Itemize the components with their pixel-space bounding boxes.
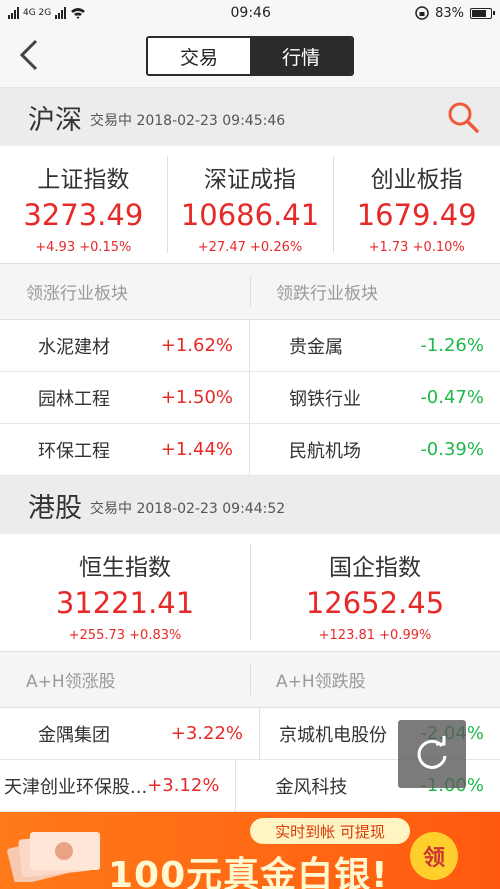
tab-trade[interactable]: 交易	[148, 38, 250, 74]
wifi-icon	[71, 8, 86, 19]
index-name: 国企指数	[329, 555, 421, 581]
index-name: 恒生指数	[79, 555, 171, 581]
stock-name: 天津创业环保股...	[4, 776, 148, 798]
stock-up-item[interactable]: 天津创业环保股... +3.12%	[0, 760, 235, 811]
tab-market[interactable]: 行情	[250, 38, 352, 74]
sector-down-item[interactable]: 贵金属 -1.26%	[249, 320, 500, 371]
sector-name: 水泥建材	[38, 336, 110, 358]
sector-pct: +1.44%	[160, 439, 233, 460]
index-change: +255.73 +0.83%	[68, 628, 182, 643]
section-hs-status: 交易中 2018-02-23 09:45:46	[90, 113, 286, 129]
chevron-left-icon	[19, 39, 38, 71]
sector-down-item[interactable]: 钢铁行业 -0.47%	[249, 372, 500, 423]
stock-pct: +3.22%	[170, 723, 243, 744]
index-value: 3273.49	[23, 198, 144, 232]
index-card-chinext[interactable]: 创业板指 1679.49 +1.73 +0.10%	[333, 146, 500, 263]
table-row: 环保工程 +1.44% 民航机场 -0.39%	[0, 424, 500, 476]
hk-index-row: 恒生指数 31221.41 +255.73 +0.83% 国企指数 12652.…	[0, 534, 500, 652]
segmented-control: 交易 行情	[146, 36, 354, 76]
ad-banner[interactable]: 实时到帐 可提现 100元真金白银! 领	[0, 812, 500, 889]
ah-gainers-label: A+H领涨股	[26, 672, 116, 692]
index-card-shanghai[interactable]: 上证指数 3273.49 +4.93 +0.15%	[0, 146, 167, 263]
refresh-icon	[417, 736, 447, 769]
section-hk-title: 港股	[28, 492, 82, 524]
hs-sector-labels: 领涨行业板块 领跌行业板块	[0, 264, 500, 320]
index-change: +123.81 +0.99%	[318, 628, 432, 643]
index-value: 12652.45	[305, 586, 445, 620]
index-value: 10686.41	[180, 198, 320, 232]
index-name: 创业板指	[370, 167, 463, 193]
table-row: 园林工程 +1.50% 钢铁行业 -0.47%	[0, 372, 500, 424]
claim-button[interactable]: 领	[410, 832, 458, 880]
index-change: +27.47 +0.26%	[197, 240, 303, 255]
lock-rotation-icon	[415, 6, 429, 20]
search-icon	[448, 102, 479, 133]
sector-up-item[interactable]: 水泥建材 +1.62%	[0, 320, 249, 371]
index-card-hscei[interactable]: 国企指数 12652.45 +123.81 +0.99%	[250, 534, 500, 651]
sector-name: 环保工程	[38, 440, 110, 462]
losers-label: 领跌行业板块	[250, 264, 500, 319]
stock-name: 金风科技	[275, 776, 348, 798]
section-hk-status: 交易中 2018-02-23 09:44:52	[90, 501, 286, 517]
index-name: 深证成指	[204, 167, 296, 193]
sector-name: 贵金属	[289, 336, 343, 358]
table-row: 水泥建材 +1.62% 贵金属 -1.26%	[0, 320, 500, 372]
index-name: 上证指数	[37, 167, 130, 193]
signal-area: 4G 2G	[8, 7, 86, 19]
network-label: 4G 2G	[23, 8, 52, 18]
status-bar: 4G 2G 09:46 83%	[0, 0, 500, 26]
section-hs-title: 沪深	[28, 104, 82, 136]
refresh-button[interactable]	[398, 720, 466, 788]
signal-icon-2	[55, 7, 67, 19]
stock-up-item[interactable]: 金隅集团 +3.22%	[0, 708, 259, 759]
index-card-shenzhen[interactable]: 深证成指 10686.41 +27.47 +0.26%	[166, 146, 334, 263]
sector-name: 园林工程	[38, 388, 110, 410]
sector-name: 民航机场	[289, 440, 361, 462]
stock-name: 金隅集团	[38, 724, 110, 746]
sector-pct: +1.62%	[160, 335, 233, 356]
index-change: +4.93 +0.15%	[35, 240, 132, 255]
index-value: 31221.41	[55, 586, 195, 620]
cash-icon	[7, 832, 100, 882]
index-value: 1679.49	[356, 198, 477, 232]
sector-up-item[interactable]: 园林工程 +1.50%	[0, 372, 249, 423]
stock-pct: +3.12%	[147, 775, 220, 796]
header: 交易 行情	[0, 26, 500, 88]
ah-losers-label: A+H领跌股	[250, 652, 500, 707]
section-hk-header: 港股 交易中 2018-02-23 09:44:52	[0, 476, 500, 534]
sector-down-item[interactable]: 民航机场 -0.39%	[249, 424, 500, 475]
hk-stock-labels: A+H领涨股 A+H领跌股	[0, 652, 500, 708]
sector-pct: -0.47%	[420, 387, 484, 408]
signal-icon	[8, 7, 19, 19]
sector-pct: -1.26%	[420, 335, 484, 356]
index-change: +1.73 +0.10%	[368, 240, 465, 255]
sector-pct: +1.50%	[160, 387, 233, 408]
sector-pct: -0.39%	[420, 439, 484, 460]
battery-icon	[470, 7, 495, 19]
clock: 09:46	[230, 5, 271, 21]
sector-name: 钢铁行业	[289, 388, 361, 410]
ad-tag: 实时到帐 可提现	[250, 818, 410, 844]
battery-area: 83%	[415, 5, 495, 21]
stock-name: 京城机电股份	[279, 724, 387, 746]
search-button[interactable]	[446, 100, 480, 138]
hs-index-row: 上证指数 3273.49 +4.93 +0.15% 深证成指 10686.41 …	[0, 146, 500, 264]
back-button[interactable]	[12, 38, 46, 72]
battery-percent: 83%	[435, 5, 464, 21]
section-hs-header: 沪深 交易中 2018-02-23 09:45:46	[0, 88, 500, 146]
gainers-label: 领涨行业板块	[26, 284, 128, 304]
index-card-hsi[interactable]: 恒生指数 31221.41 +255.73 +0.83%	[0, 534, 250, 651]
ad-headline: 100元真金白银!	[108, 855, 389, 889]
sector-up-item[interactable]: 环保工程 +1.44%	[0, 424, 249, 475]
